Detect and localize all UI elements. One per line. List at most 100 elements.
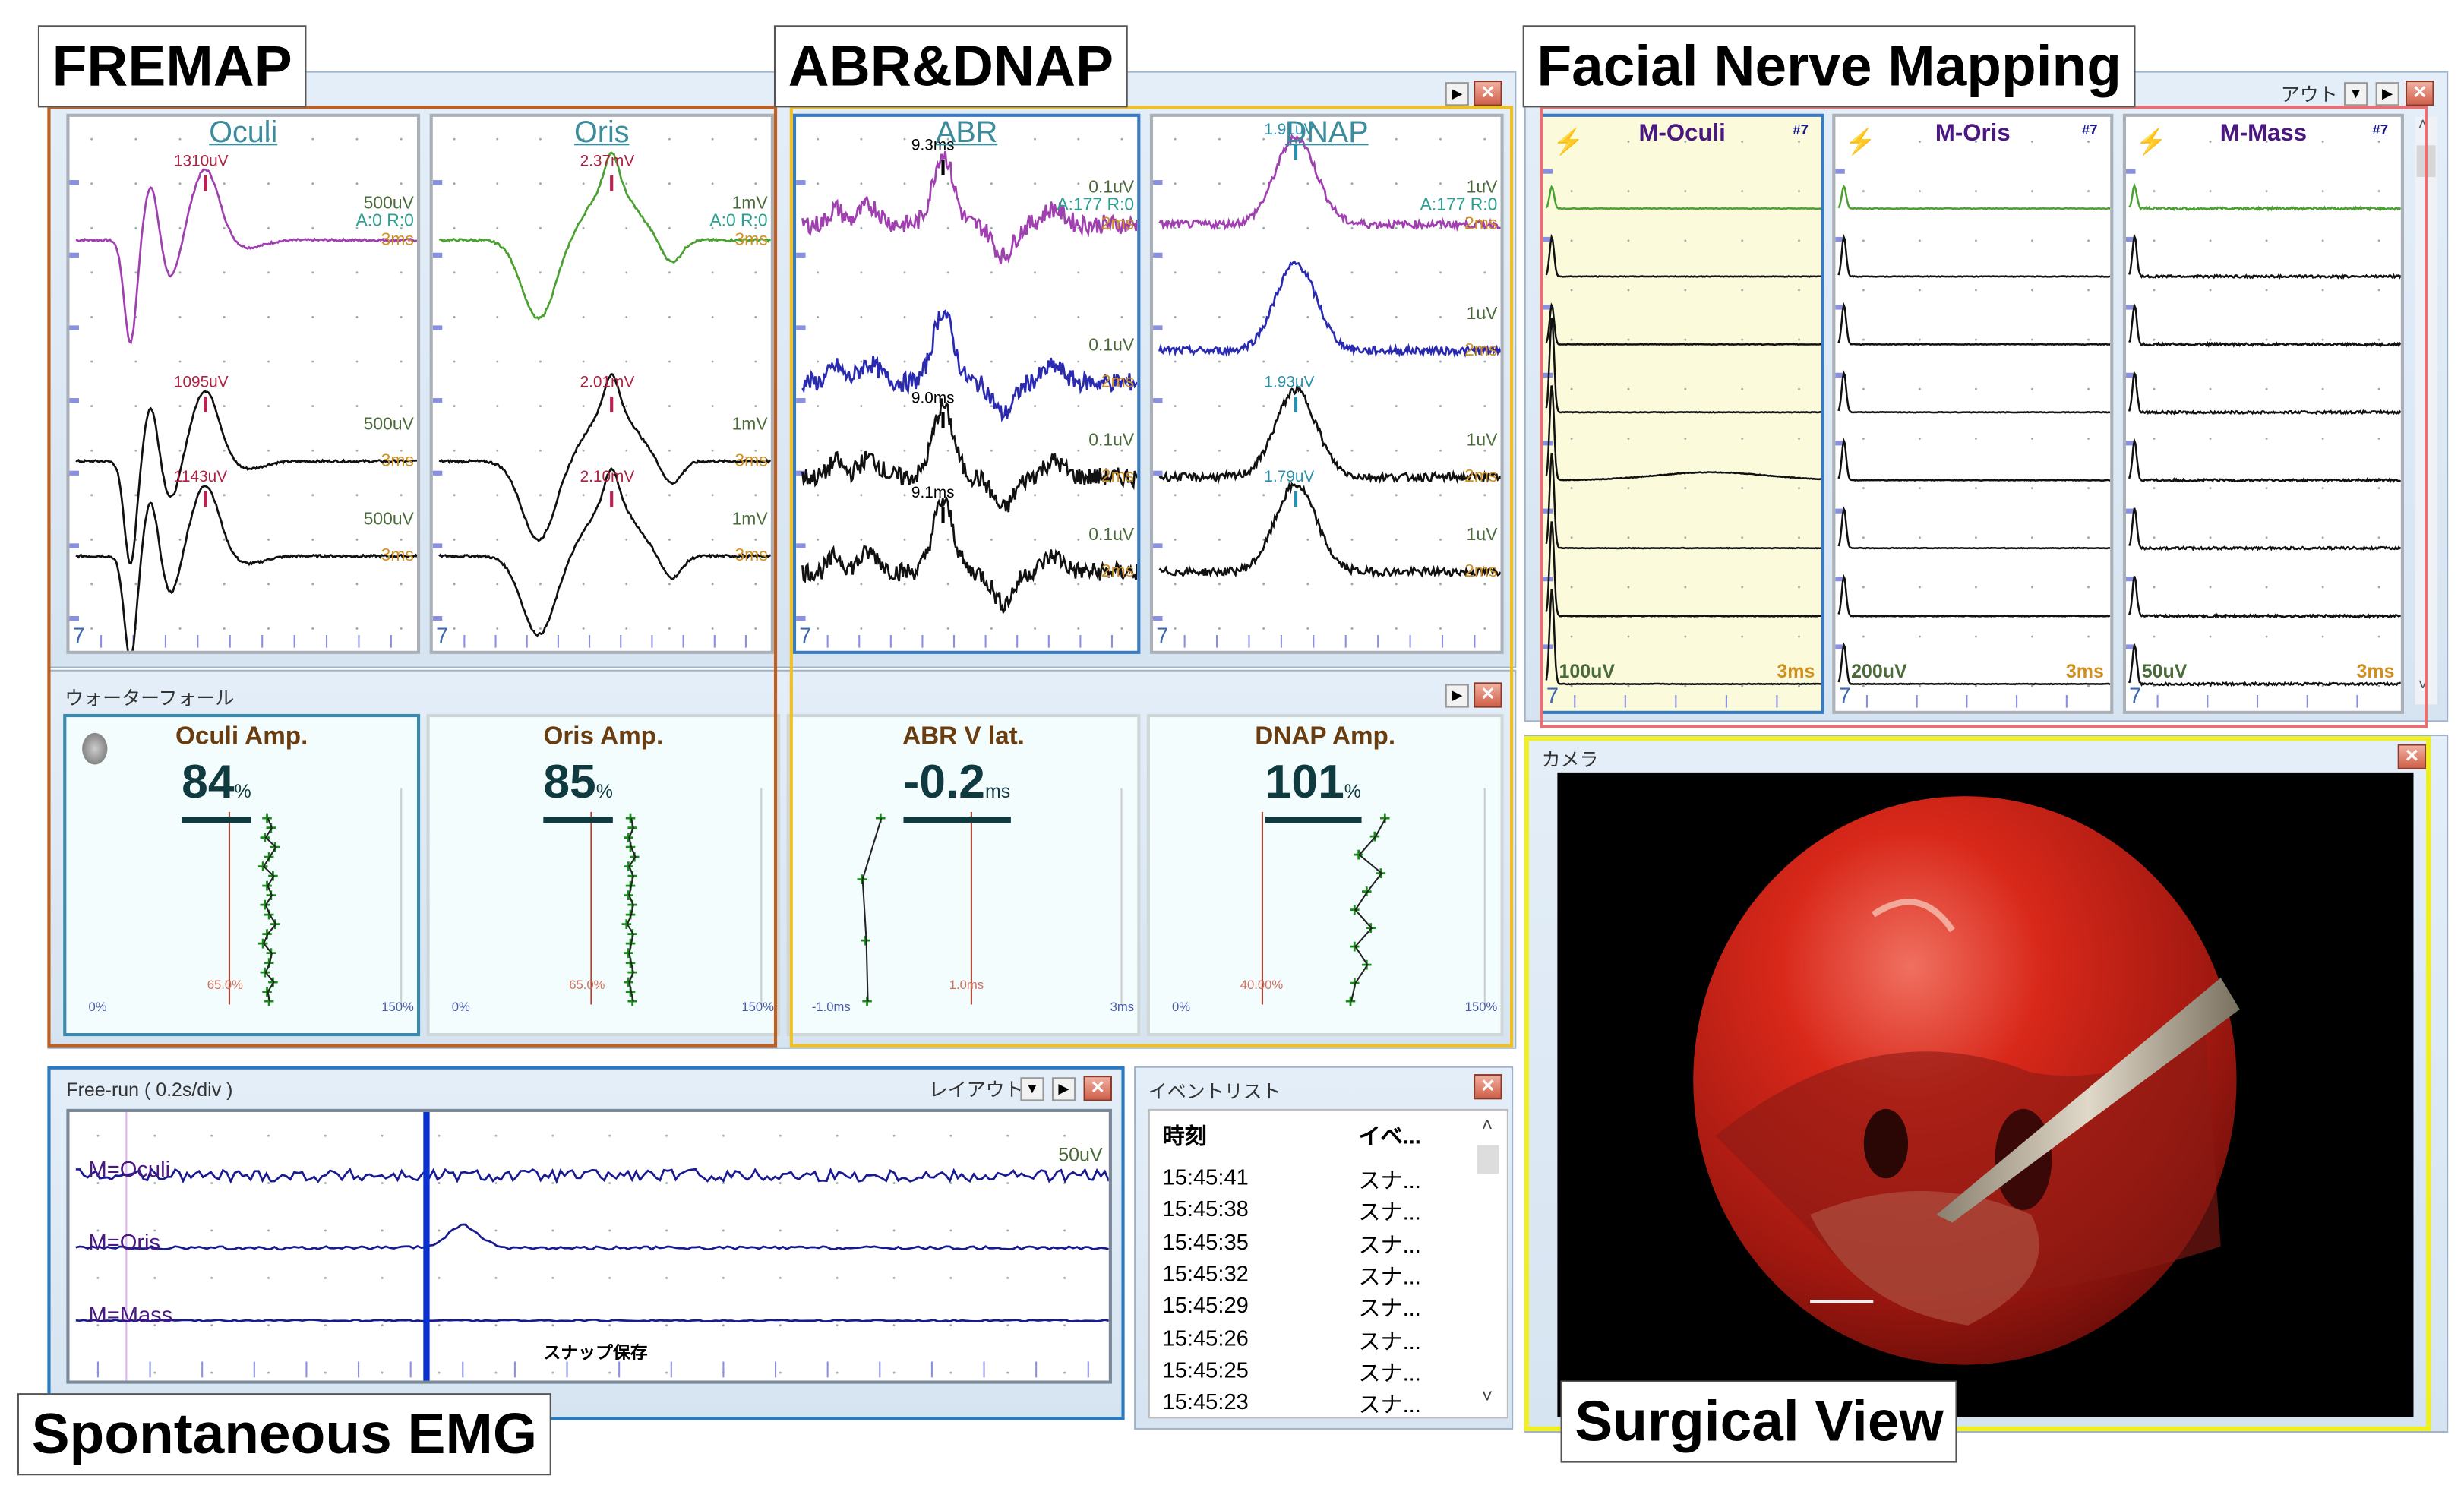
time-scale: 2ms — [1464, 564, 1497, 581]
close-button[interactable]: ✕ — [2398, 744, 2426, 769]
endoscope-image — [1557, 773, 2413, 1417]
reference-label: 1.0ms — [949, 978, 984, 992]
event-time: 15:45:23 — [1163, 1389, 1249, 1414]
event-row[interactable]: 15:45:26スナ... — [1150, 1325, 1466, 1357]
ep-panel-dnap[interactable]: 1.91uV1.93uV1.79uVDNAP1uVA:177 R:02ms1uV… — [1150, 114, 1504, 654]
layout-label[interactable]: アウト — [2281, 81, 2338, 107]
fnm-panel-m-mass[interactable]: ⚡M-Mass#750uV3ms7 — [2123, 114, 2404, 714]
time-scale: 3ms — [1777, 660, 1815, 682]
amplitude-scale: 0.1uV — [1088, 180, 1134, 198]
axis-max-label: 150% — [381, 1000, 414, 1014]
event-row[interactable]: 15:45:35スナ... — [1150, 1228, 1466, 1260]
scroll-thumb[interactable] — [1477, 1146, 1499, 1174]
panel-title: Oculi — [69, 117, 416, 152]
expand-button[interactable]: ▶ — [1445, 82, 1469, 106]
waveform-trace — [1839, 373, 2111, 412]
panel-title: M-Oculi — [1543, 120, 1821, 147]
event-type: スナ... — [1358, 1389, 1420, 1420]
event-time: 15:45:38 — [1163, 1196, 1249, 1221]
close-button[interactable]: ✕ — [1084, 1076, 1112, 1101]
free-run-window: Free-run ( 0.2s/div ) レイアウト ▼ ▶ ✕ M=Ocul… — [47, 1066, 1124, 1420]
trigger-icon: 7 — [73, 622, 85, 647]
time-scale: 3ms — [2357, 660, 2395, 682]
panel-title: Oris — [433, 117, 771, 152]
amplitude-scale: 1uV — [1467, 528, 1498, 545]
event-row[interactable]: 15:45:23 スナ... — [1150, 1389, 1466, 1420]
card-title: ABR V lat. — [790, 723, 1137, 751]
expand-button[interactable]: ▶ — [1445, 684, 1469, 707]
scrollbar[interactable]: ˄ ˅ — [1475, 1114, 1500, 1411]
fnm-panel-m-oculi[interactable]: ⚡M-Oculi#7100uV3ms7 — [1540, 114, 1824, 714]
close-button[interactable]: ✕ — [2406, 81, 2434, 106]
panel-title: M-Mass — [2126, 120, 2401, 147]
scroll-down-icon[interactable]: ˅ — [2418, 678, 2428, 695]
close-button[interactable]: ✕ — [1474, 1074, 1502, 1099]
snapshot-annotation: スナップ保存 — [543, 1339, 647, 1364]
ep-panel-oris[interactable]: 2.37mV2.01mV2.10mVOris1mVA:0 R:03ms1mV3m… — [430, 114, 774, 654]
axis-min-label: 0% — [88, 1000, 106, 1014]
waveform-trace — [1546, 521, 1821, 616]
ep-panel-oculi[interactable]: 1310uV1095uV1143uVOculi500uVA:0 R:03ms50… — [66, 114, 420, 654]
expand-button[interactable]: ▶ — [2376, 82, 2399, 106]
reference-label: 40.00% — [1240, 978, 1283, 992]
expand-button[interactable]: ▶ — [1052, 1077, 1076, 1101]
layout-label[interactable]: レイアウト — [929, 1076, 1024, 1102]
event-type: スナ... — [1358, 1164, 1420, 1196]
ep-panel-abr[interactable]: 9.3ms9.0ms9.1msABR0.1uVA:177 R:02ms0.1uV… — [793, 114, 1140, 654]
fnm-plot — [1835, 117, 2110, 711]
channel-label-oculi: M=Oculi — [88, 1156, 170, 1181]
time-scale: 3ms — [381, 232, 414, 250]
column-header-event[interactable]: イベ... — [1358, 1120, 1420, 1152]
event-time: 15:45:41 — [1163, 1164, 1249, 1190]
camera-window: カメラ ✕ — [1524, 735, 2449, 1433]
waveform-trace — [2129, 373, 2401, 413]
card-value: 84% — [182, 758, 251, 823]
amplitude-scale: 1mV — [732, 417, 768, 434]
event-row[interactable]: 15:45:41 スナ... — [1150, 1164, 1466, 1196]
time-scale: 3ms — [734, 232, 767, 250]
scroll-down-icon[interactable]: ˅ — [1482, 1386, 1493, 1408]
amplitude-scale: 1uV — [1467, 180, 1498, 198]
waterfall-card-3[interactable]: +++++++++++DNAP Amp.101%40.00%0%150% — [1147, 714, 1504, 1036]
fremap-label: FREMAP — [38, 25, 307, 107]
reference-label: 65.0% — [569, 978, 605, 992]
scrollbar[interactable]: ˄ ˅ — [2415, 117, 2437, 705]
fnm-plot — [2126, 117, 2401, 711]
time-scale: 3ms — [381, 548, 414, 566]
layout-dropdown[interactable]: ▼ — [1020, 1077, 1044, 1101]
value-number: 101 — [1265, 757, 1344, 809]
averaging-count: A:0 R:0 — [709, 213, 767, 231]
time-scale: 3ms — [381, 453, 414, 471]
scale-label: 50uV — [1058, 1144, 1102, 1166]
event-row[interactable]: 15:45:38スナ... — [1150, 1196, 1466, 1228]
speaker-icon[interactable] — [82, 733, 107, 765]
peak-label: 1143uV — [174, 469, 227, 487]
amplitude-scale: 0.1uV — [1088, 528, 1134, 545]
waterfall-card-1[interactable]: ++++++++++++++++++++Oris Amp.85%65.0%0%1… — [426, 714, 780, 1036]
fnm-panel-m-oris[interactable]: ⚡M-Oris#7200uV3ms7 — [1832, 114, 2113, 714]
waterfall-card-0[interactable]: ++++++++++++++++++++Oculi Amp.84%65.0%0%… — [63, 714, 420, 1036]
column-header-time[interactable]: 時刻 — [1163, 1120, 1207, 1152]
close-button[interactable]: ✕ — [1474, 81, 1502, 106]
scroll-up-icon[interactable]: ˄ — [1482, 1114, 1493, 1136]
waterfall-card-2[interactable]: ++++ABR V lat.-0.2ms1.0ms-1.0ms3ms — [787, 714, 1141, 1036]
close-button[interactable]: ✕ — [1474, 682, 1502, 707]
amplitude-scale: 500uV — [364, 417, 414, 434]
amplitude-scale: 500uV — [364, 512, 414, 529]
layout-dropdown[interactable]: ▼ — [2344, 82, 2368, 106]
waveform-trace — [802, 311, 1137, 419]
value-unit: % — [1344, 780, 1361, 802]
event-row[interactable]: 15:45:25スナ... — [1150, 1357, 1466, 1389]
event-row[interactable]: 15:45:32スナ... — [1150, 1260, 1466, 1292]
waveform-trace — [2129, 185, 2401, 210]
sweep-count: #7 — [1793, 122, 1809, 137]
time-scale: 2ms — [1464, 216, 1497, 234]
waveform-trace — [1546, 305, 1821, 345]
channel-label-mass: M=Mass — [88, 1302, 172, 1327]
event-row[interactable]: 15:45:29スナ... — [1150, 1292, 1466, 1324]
value-unit: % — [235, 780, 251, 802]
event-type: スナ... — [1358, 1260, 1420, 1292]
scroll-up-icon[interactable]: ˄ — [2418, 117, 2428, 134]
channel-label-oris: M=Oris — [88, 1229, 160, 1254]
scroll-thumb[interactable] — [2417, 145, 2436, 177]
